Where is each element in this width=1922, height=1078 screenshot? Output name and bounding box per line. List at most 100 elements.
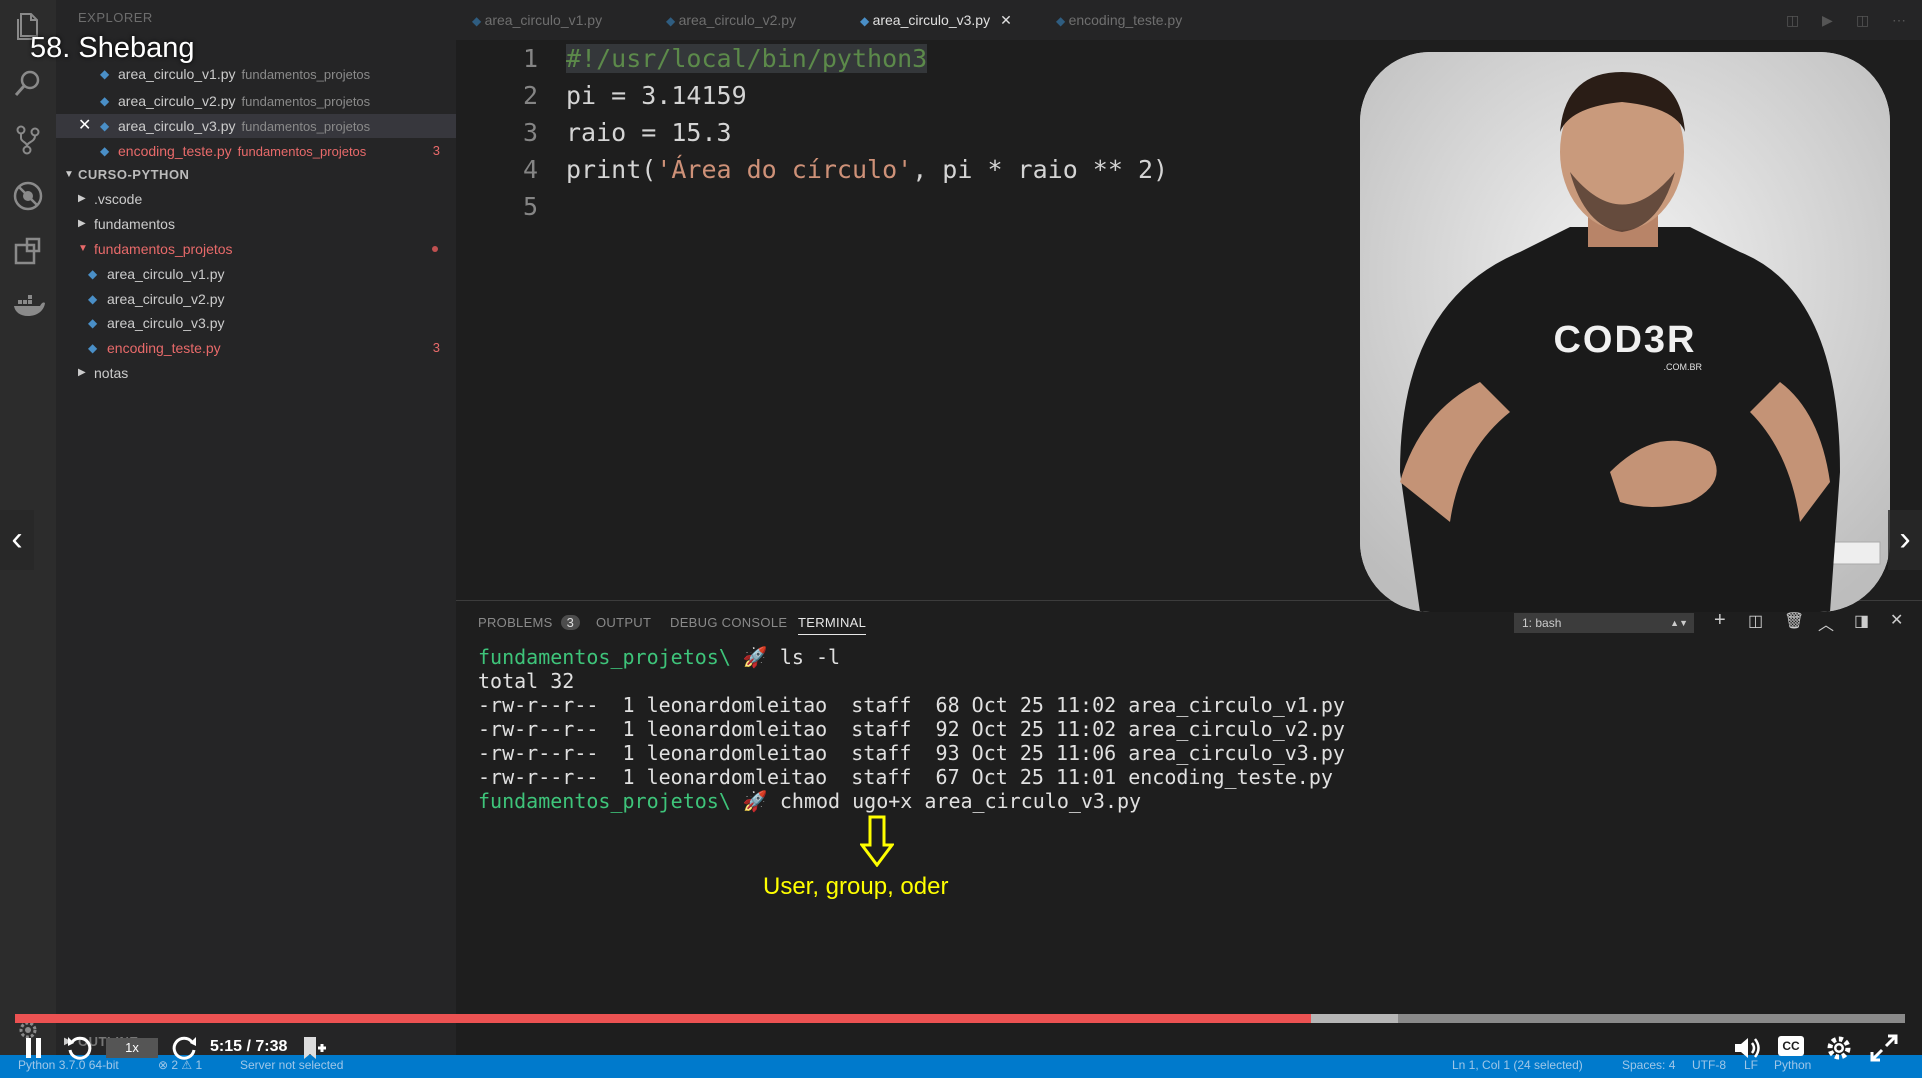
terminal-command: ls -l xyxy=(767,645,841,669)
panel-layout-icon[interactable]: ◨ xyxy=(1854,611,1869,631)
tree-folder-notas[interactable]: ▶ notas xyxy=(56,361,456,385)
python-file-icon: ◆ xyxy=(88,267,98,281)
forward-button[interactable] xyxy=(170,1034,198,1067)
previous-lecture-button[interactable]: ‹ xyxy=(0,510,34,570)
python-file-icon: ◆ xyxy=(472,14,485,28)
split-editor-icon[interactable]: ◫ xyxy=(1786,0,1799,40)
line-number: 3 xyxy=(522,118,538,147)
tab-label: area_circulo_v3.py xyxy=(872,12,991,28)
chevron-right-icon: ▶ xyxy=(78,218,86,229)
python-file-icon: ◆ xyxy=(860,14,873,28)
tab-label: encoding_teste.py xyxy=(1068,12,1183,28)
tab-terminal[interactable]: TERMINAL xyxy=(798,615,867,635)
tree-folder-fundamentos[interactable]: ▶ fundamentos xyxy=(56,212,456,236)
folder-label: fundamentos xyxy=(94,216,175,232)
open-editor-item-active[interactable]: ✕ ◆ area_circulo_v3.py fundamentos_projet… xyxy=(56,114,456,138)
expand-icon xyxy=(1870,1034,1898,1062)
open-editor-filename: encoding_teste.py xyxy=(118,143,232,159)
open-editor-item[interactable]: ◆ encoding_teste.py fundamentos_projetos … xyxy=(56,139,456,163)
file-label: area_circulo_v1.py xyxy=(107,266,225,282)
terminal-line: -rw-r--r-- 1 leonardomleitao staff 68 Oc… xyxy=(478,693,1345,717)
python-file-icon: ◆ xyxy=(100,67,110,81)
close-icon[interactable]: ✕ xyxy=(78,114,91,138)
terminal-prompt: fundamentos_projetos\ xyxy=(478,645,731,669)
open-editor-item[interactable]: ◆ area_circulo_v2.py fundamentos_projetos xyxy=(56,89,456,113)
close-icon[interactable]: ✕ xyxy=(1000,12,1012,28)
tree-folder-fundamentos-projetos[interactable]: ▼ fundamentos_projetos xyxy=(56,237,456,261)
close-panel-icon[interactable]: ✕ xyxy=(1890,610,1903,630)
terminal-command: chmod ugo+x area_circulo_v3.py xyxy=(767,789,1142,813)
explorer-header: EXPLORER xyxy=(78,10,153,25)
trash-icon[interactable]: 🗑 xyxy=(1784,611,1804,631)
tab-encoding-teste[interactable]: ◆ encoding_teste.py xyxy=(1056,0,1182,40)
python-file-icon: ◆ xyxy=(100,144,110,158)
chevron-down-icon: ▼ xyxy=(64,169,74,180)
error-count-badge: 3 xyxy=(432,340,440,355)
pause-button[interactable] xyxy=(24,1036,44,1065)
layout-icon[interactable]: ◫ xyxy=(1856,0,1869,40)
tree-file[interactable]: ◆ area_circulo_v3.py xyxy=(56,311,456,335)
tab-debug-console[interactable]: DEBUG CONSOLE xyxy=(670,615,787,630)
chevron-down-icon: ▼ xyxy=(78,243,88,254)
search-icon[interactable] xyxy=(12,68,44,100)
instructor-video[interactable]: COD3R .COM.BR xyxy=(1360,52,1890,612)
open-editor-folder: fundamentos_projetos xyxy=(241,67,371,82)
extensions-icon[interactable] xyxy=(12,236,44,268)
debug-icon[interactable] xyxy=(12,180,44,212)
open-editor-folder: fundamentos_projetos xyxy=(237,144,367,159)
down-arrow-icon xyxy=(860,815,894,867)
playback-speed-button[interactable]: 1x xyxy=(106,1038,158,1058)
tree-file[interactable]: ◆ encoding_teste.py 3 xyxy=(56,336,456,360)
tab-area-circulo-v3[interactable]: ◆ area_circulo_v3.py ✕ xyxy=(860,0,1012,40)
next-lecture-button[interactable]: › xyxy=(1888,510,1922,570)
captions-button[interactable]: CC xyxy=(1778,1036,1804,1056)
run-icon[interactable]: ▶ xyxy=(1822,0,1833,40)
modified-dot-icon xyxy=(432,246,438,252)
python-file-icon: ◆ xyxy=(1056,14,1069,28)
tab-output[interactable]: OUTPUT xyxy=(596,615,651,630)
docker-icon[interactable] xyxy=(12,292,45,324)
code-string-token: 'Área do círculo' xyxy=(656,155,913,184)
file-label: area_circulo_v2.py xyxy=(107,291,225,307)
bottom-panel: PROBLEMS 3 OUTPUT DEBUG CONSOLE TERMINAL… xyxy=(456,600,1922,1056)
terminal-line: -rw-r--r-- 1 leonardomleitao staff 92 Oc… xyxy=(478,717,1345,741)
tree-file[interactable]: ◆ area_circulo_v2.py xyxy=(56,287,456,311)
maximize-panel-icon[interactable]: ︿ xyxy=(1818,611,1834,635)
rewind-button[interactable] xyxy=(66,1034,94,1067)
open-editor-filename: area_circulo_v1.py xyxy=(118,66,236,82)
folder-label: .vscode xyxy=(94,191,143,207)
split-terminal-icon[interactable]: ◫ xyxy=(1748,611,1763,631)
code-line-shebang: #!/usr/local/bin/python3 xyxy=(566,44,928,73)
shirt-logo: COD3R xyxy=(1553,319,1696,361)
terminal-line[interactable]: fundamentos_projetos\ 🚀 chmod ugo+x area… xyxy=(478,789,1141,813)
volume-button[interactable] xyxy=(1732,1034,1762,1067)
tab-area-circulo-v1[interactable]: ◆ area_circulo_v1.py xyxy=(472,0,602,40)
chevron-right-icon: ▶ xyxy=(78,193,86,204)
open-editor-filename: area_circulo_v2.py xyxy=(118,93,236,109)
open-editor-item[interactable]: ◆ area_circulo_v1.py fundamentos_projetos xyxy=(56,62,456,86)
tree-file[interactable]: ◆ area_circulo_v1.py xyxy=(56,262,456,286)
chevron-right-icon: › xyxy=(1899,520,1911,558)
time-display: 5:15 / 7:38 xyxy=(210,1038,288,1055)
terminal-select[interactable]: 1: bash ▲▼ xyxy=(1514,613,1694,633)
tab-label: PROBLEMS xyxy=(478,615,553,630)
file-label: encoding_teste.py xyxy=(107,340,221,356)
fullscreen-button[interactable] xyxy=(1870,1034,1898,1067)
terminal-line: -rw-r--r-- 1 leonardomleitao staff 67 Oc… xyxy=(478,765,1333,789)
project-section-header[interactable]: ▼ CURSO-PYTHON xyxy=(56,163,456,187)
rocket-icon: 🚀 xyxy=(742,789,768,813)
python-file-icon: ◆ xyxy=(100,94,110,108)
more-actions-icon[interactable]: ⋯ xyxy=(1892,0,1906,40)
chevron-right-icon: ▶ xyxy=(78,367,86,378)
add-terminal-icon[interactable]: + xyxy=(1714,609,1726,632)
folder-label: notas xyxy=(94,365,129,381)
rocket-icon: 🚀 xyxy=(742,645,768,669)
bookmark-add-icon xyxy=(304,1037,326,1059)
source-control-icon[interactable] xyxy=(12,124,44,156)
settings-button[interactable] xyxy=(1824,1033,1854,1068)
video-progress-bar[interactable] xyxy=(15,1014,1905,1023)
add-bookmark-button[interactable] xyxy=(300,1034,328,1067)
tree-folder-vscode[interactable]: ▶ .vscode xyxy=(56,187,456,211)
tab-area-circulo-v2[interactable]: ◆ area_circulo_v2.py xyxy=(666,0,796,40)
tab-problems[interactable]: PROBLEMS 3 xyxy=(478,615,581,630)
